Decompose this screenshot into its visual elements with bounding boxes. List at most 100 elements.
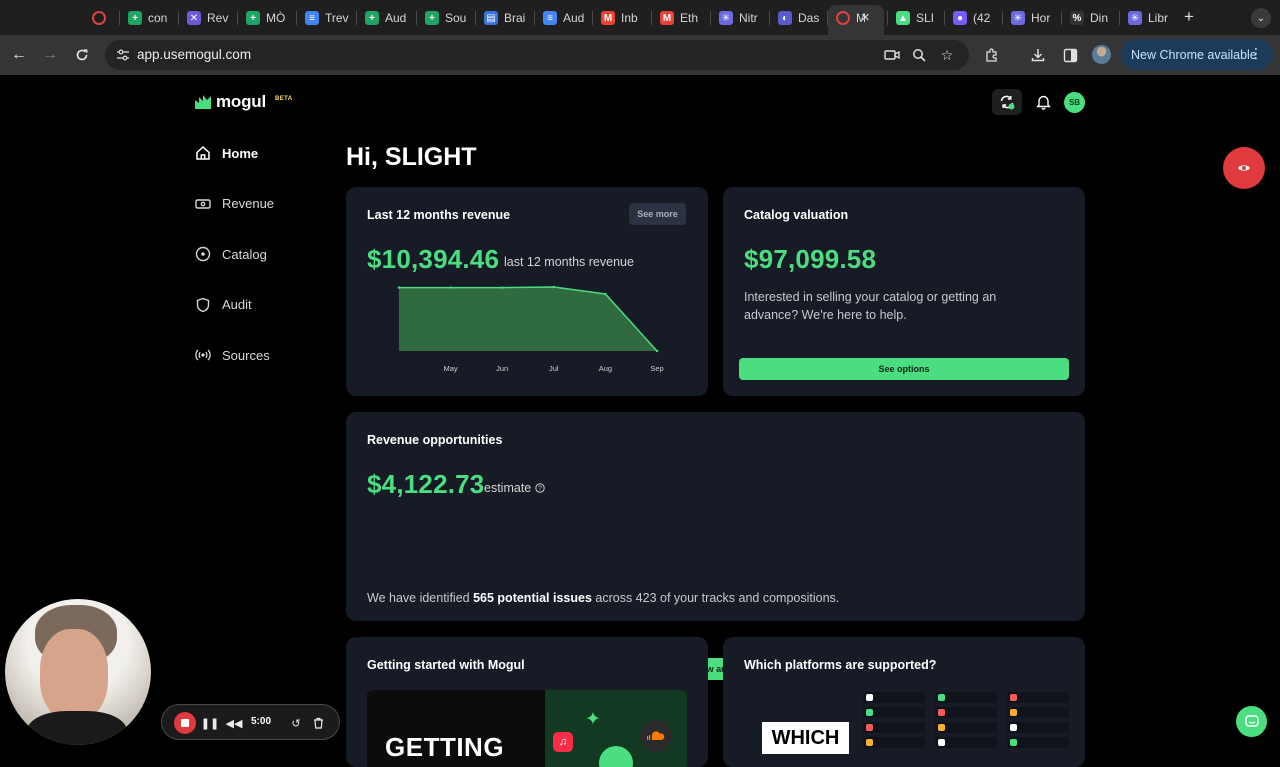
sidebar-item-catalog[interactable]: Catalog [195,244,325,264]
extensions-icon[interactable] [982,45,1002,65]
eye-icon [1238,165,1250,171]
dashboard-icon: ◐ [778,11,792,25]
thumbnail-heading: GETTING [385,732,505,762]
platforms-thumbnail-label[interactable]: WHICH [762,722,849,754]
revenue-point[interactable] [604,292,607,296]
recording-timer: 5:00 [251,716,272,727]
support-chat-button[interactable] [1236,706,1267,737]
tab-search-icon[interactable]: ⌄ [1251,8,1271,28]
mogul-logo[interactable]: mogul BETA [194,92,293,112]
recording-indicator-button[interactable] [1223,147,1265,189]
gmail-icon: M [601,11,615,25]
see-options-button[interactable]: See options [739,358,1069,380]
getting-started-title: Getting started with Mogul [367,658,525,672]
platform-tile [1007,707,1069,718]
sync-status-button[interactable] [992,89,1022,115]
browser-tab-label: Das [798,11,820,25]
issues-text-after: across 423 of your tracks and compositio… [591,591,840,605]
revenue-point[interactable] [397,286,401,289]
revenue-point[interactable] [552,285,555,289]
browser-tab-label: Sou [445,11,467,25]
platform-tile [935,722,997,733]
chrome-update-label: New Chrome available [1131,47,1257,62]
browser-toolbar: ← → app.usemogul.com ☆ New Chrome availa… [0,35,1280,75]
webcam-bubble[interactable] [5,599,151,745]
sidebar-item-sources[interactable]: Sources [195,345,325,365]
page-title: Hi, SLIGHT [346,143,477,171]
info-icon[interactable]: ? [535,483,545,493]
tab-separator [944,11,945,25]
bookmark-star-icon[interactable]: ☆ [938,46,956,64]
profile-avatar[interactable] [1092,45,1111,64]
platforms-card: Which platforms are supported? WHICH [723,637,1085,767]
url-text[interactable]: app.usemogul.com [137,47,251,62]
issues-text-before: We have identified [367,591,474,605]
rewind-icon[interactable]: ◀◀ [226,715,243,731]
sidebar-item-label: Home [222,145,259,161]
chrome-update-button[interactable]: New Chrome available ⋮ [1121,39,1273,70]
browser-tab[interactable]: ▲ SLI [896,8,954,28]
valuation-card-title: Catalog valuation [744,208,849,222]
forward-icon[interactable]: → [39,44,61,66]
revenue-point[interactable] [655,349,659,353]
reload-icon[interactable] [71,44,93,66]
browser-tab[interactable]: + Aud [365,8,423,28]
platforms-thumbnail-heading: WHICH [771,726,840,749]
revenue-point[interactable] [501,286,504,289]
platform-logo-icon [1010,694,1017,701]
notifications-button[interactable] [1028,89,1058,115]
estimate-label-group: estimate ? [484,481,545,495]
browser-tab-label: Aud [563,11,585,25]
getting-started-video-thumbnail[interactable]: GETTING ♫ ✦ [367,690,687,767]
tab-separator [592,11,593,25]
pause-icon[interactable]: ❚❚ [201,715,219,731]
browser-tab[interactable]: ≡ Trev [305,8,363,28]
tab-separator [1002,11,1003,25]
x-tick-label: Aug [599,364,612,373]
user-avatar[interactable]: SB [1064,92,1085,113]
zoom-icon[interactable] [910,46,928,64]
browser-tab-label: Libr [1148,11,1169,25]
platform-tile [863,722,925,733]
platform-tile [1007,722,1069,733]
valuation-amount: $97,099.58 [744,244,877,274]
revenue-card: Last 12 months revenue See more $10,394.… [346,187,708,396]
address-bar[interactable]: app.usemogul.com ☆ [105,40,969,70]
sheets-icon: + [425,11,439,25]
gear-icon: ✳ [1011,11,1025,25]
sidebar-item-revenue[interactable]: Revenue [195,194,325,214]
valuation-card: Catalog valuation $97,099.58 Interested … [723,187,1085,396]
browser-tab-label: Din [1090,11,1109,25]
mogul-icon: ▲ [896,11,910,25]
sheets-icon: + [128,11,142,25]
platforms-card-title: Which platforms are supported? [744,658,937,672]
close-tab-icon[interactable]: × [861,9,870,26]
mogul-logo-mark [195,95,211,109]
revenue-point[interactable] [449,286,452,289]
trash-icon[interactable] [310,715,326,731]
sidebar-nav: Home Revenue Catalog Audit Sources [195,143,325,396]
back-icon[interactable]: ← [8,44,30,66]
gmail-icon: M [660,11,674,25]
sidebar-item-home[interactable]: Home [195,143,325,163]
platform-tile [863,707,925,718]
side-panel-icon[interactable] [1060,45,1080,65]
menu-dots-icon[interactable]: ⋮ [1249,45,1263,62]
sidebar-item-audit[interactable]: Audit [195,295,325,315]
platforms-grid [863,692,1069,752]
new-tab-icon[interactable]: + [1184,7,1194,27]
browser-tab-label: con [148,11,168,25]
x-tick-label: May [444,364,458,373]
site-settings-icon[interactable] [115,47,131,63]
download-icon[interactable] [1028,45,1048,65]
tab-separator [475,11,476,25]
camera-icon[interactable] [883,46,901,64]
percent-icon: % [1070,11,1084,25]
platform-logo-icon [938,709,945,716]
stop-recording-button[interactable] [174,712,196,734]
see-more-button[interactable]: See more [629,203,686,225]
browser-tab-label: Aud [385,11,407,25]
restart-icon[interactable]: ↺ [288,715,304,731]
tab-separator [296,11,297,25]
browser-tab[interactable]: ✳ Libr [1128,8,1186,28]
